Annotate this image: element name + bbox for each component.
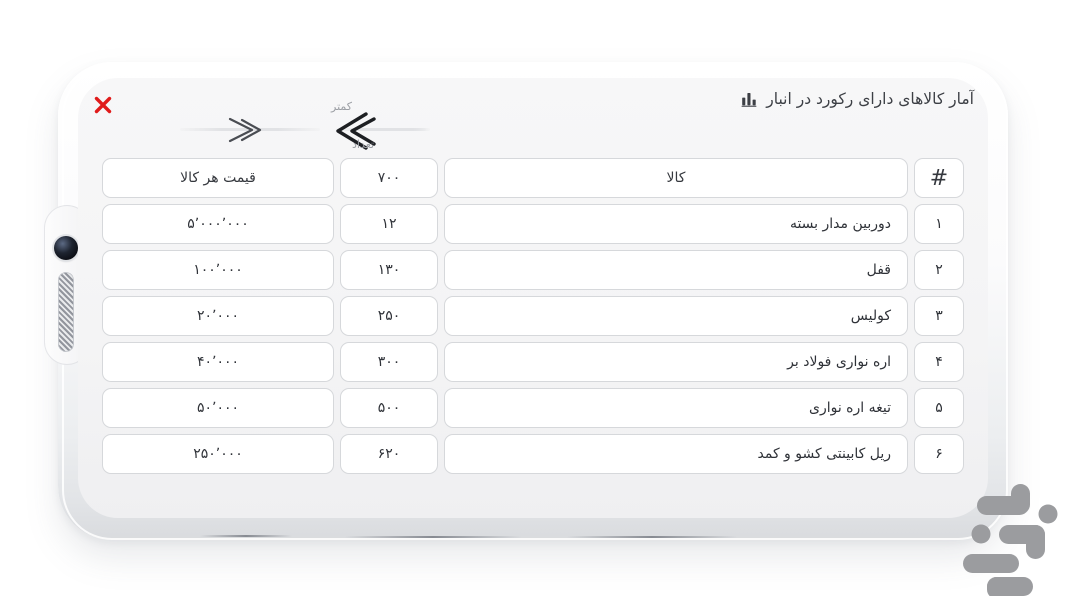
cell-index: ۶ <box>914 434 964 474</box>
table-row[interactable]: ۲ قفل ۱۳۰ ۱۰۰٬۰۰۰ <box>102 250 964 290</box>
header-cell-price[interactable]: قیمت هر کالا <box>102 158 334 198</box>
inventory-table: # کالا ۷۰۰ قیمت هر کالا ۱ دوربین مدار بس… <box>102 158 964 480</box>
speaker-slit <box>200 535 292 537</box>
header-cell-item[interactable]: کالا <box>444 158 908 198</box>
table-header-row: # کالا ۷۰۰ قیمت هر کالا <box>102 158 964 198</box>
cell-price: ۵٬۰۰۰٬۰۰۰ <box>102 204 334 244</box>
cell-index: ۲ <box>914 250 964 290</box>
cell-price: ۵۰٬۰۰۰ <box>102 388 334 428</box>
annotation-label-tedad: تعداد <box>352 138 375 151</box>
bazaar-logo <box>963 484 1058 596</box>
cell-quantity: ۶۲۰ <box>340 434 438 474</box>
table-row[interactable]: ۱ دوربین مدار بسته ۱۲ ۵٬۰۰۰٬۰۰۰ <box>102 204 964 244</box>
table-row[interactable]: ۴ اره نواری فولاد بر ۳۰۰ ۴۰٬۰۰۰ <box>102 342 964 382</box>
cell-item: اره نواری فولاد بر <box>444 342 908 382</box>
cell-price: ۲۰٬۰۰۰ <box>102 296 334 336</box>
phone-screen: آمار کالاهای دارای رکورد در انبار کمتر ت… <box>78 78 988 518</box>
cell-quantity: ۱۳۰ <box>340 250 438 290</box>
speaker-slit <box>567 536 737 538</box>
app-viewport: آمار کالاهای دارای رکورد در انبار کمتر ت… <box>78 78 988 518</box>
page-title: آمار کالاهای دارای رکورد در انبار <box>741 90 974 108</box>
table-row[interactable]: ۳ کولیس ۲۵۰ ۲۰٬۰۰۰ <box>102 296 964 336</box>
cell-quantity: ۱۲ <box>340 204 438 244</box>
close-x-icon <box>94 96 112 114</box>
cell-item: کولیس <box>444 296 908 336</box>
cell-index: ۵ <box>914 388 964 428</box>
table-row[interactable]: ۶ ریل کابینتی کشو و کمد ۶۲۰ ۲۵۰٬۰۰۰ <box>102 434 964 474</box>
cell-index: ۱ <box>914 204 964 244</box>
cell-index: ۴ <box>914 342 964 382</box>
cell-item: قفل <box>444 250 908 290</box>
page-title-text: آمار کالاهای دارای رکورد در انبار <box>766 90 974 108</box>
screenshot-stage: آمار کالاهای دارای رکورد در انبار کمتر ت… <box>0 0 1067 600</box>
cell-price: ۴۰٬۰۰۰ <box>102 342 334 382</box>
cell-price: ۲۵۰٬۰۰۰ <box>102 434 334 474</box>
front-camera-icon <box>54 236 78 260</box>
cell-item: ریل کابینتی کشو و کمد <box>444 434 908 474</box>
close-button[interactable] <box>90 92 116 118</box>
cell-index: ۳ <box>914 296 964 336</box>
app-top-bar: آمار کالاهای دارای رکورد در انبار <box>78 78 988 130</box>
cell-item: دوربین مدار بسته <box>444 204 908 244</box>
header-cell-index[interactable]: # <box>914 158 964 198</box>
cell-quantity: ۳۰۰ <box>340 342 438 382</box>
table-row[interactable]: ۵ تیغه اره نواری ۵۰۰ ۵۰٬۰۰۰ <box>102 388 964 428</box>
cell-item: تیغه اره نواری <box>444 388 908 428</box>
earpiece-speaker-icon <box>58 272 74 352</box>
header-cell-quantity[interactable]: ۷۰۰ <box>340 158 438 198</box>
stats-chart-icon <box>741 93 757 107</box>
cell-quantity: ۵۰۰ <box>340 388 438 428</box>
speaker-slit <box>345 536 521 538</box>
cell-price: ۱۰۰٬۰۰۰ <box>102 250 334 290</box>
cell-quantity: ۲۵۰ <box>340 296 438 336</box>
